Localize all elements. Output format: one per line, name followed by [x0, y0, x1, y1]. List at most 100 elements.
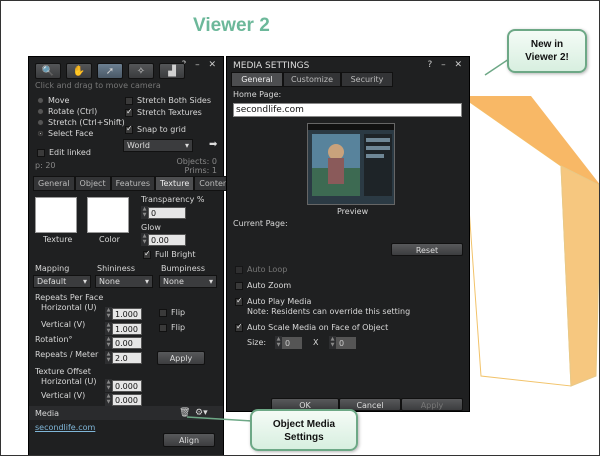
spinner-arrows-icon[interactable]: ▲ ▼ [141, 233, 148, 246]
tool-hint: Click and drag to move camera [35, 81, 161, 90]
objects-count: Objects: 0 [176, 157, 217, 166]
edit-linked-checkbox[interactable]: Edit linked [37, 148, 91, 157]
repeats-per-meter-label: Repeats / Meter [35, 350, 99, 359]
trash-icon[interactable]: 🗑 [179, 408, 190, 418]
tool-mode-toolbar: 🔍 ✋ ➚ ✧ ▟ [35, 63, 185, 79]
tab-features[interactable]: Features [110, 176, 155, 191]
prims-count: Prims: 1 [184, 166, 217, 175]
flip-u-checkbox[interactable]: Flip [159, 308, 185, 317]
home-page-input[interactable]: secondlife.com [233, 103, 462, 117]
apply-button[interactable]: Apply [157, 351, 205, 365]
home-page-label: Home Page: [233, 90, 282, 99]
auto-zoom-checkbox[interactable]: Auto Zoom [235, 281, 291, 290]
chevron-down-icon: ▾ [82, 277, 87, 286]
spinner-arrows-icon[interactable]: ▲ ▼ [105, 393, 112, 406]
spinner-arrows-icon[interactable]: ▲ ▼ [275, 336, 282, 349]
mode-select-face[interactable]: Select Face [37, 129, 93, 138]
auto-scale-checkbox[interactable]: Auto Scale Media on Face of Object [235, 322, 388, 332]
glow-spinner[interactable]: ▲ ▼ 0.00 [141, 233, 186, 246]
spinner-arrows-icon[interactable]: ▲ ▼ [105, 336, 112, 349]
vertical-v-label: Vertical (V) [41, 320, 86, 329]
offset-vertical-label: Vertical (V) [41, 391, 86, 400]
radio-icon [37, 108, 44, 115]
offset-vertical-spinner[interactable]: ▲ ▼ 0.000 [105, 393, 142, 406]
tab-security[interactable]: Security [341, 72, 393, 87]
bumpiness-label: Bumpiness [161, 264, 205, 273]
texture-swatch[interactable] [35, 197, 77, 233]
full-bright-checkbox[interactable]: Full Bright [143, 249, 196, 259]
current-page-label: Current Page: [233, 219, 288, 228]
repeats-per-face-label: Repeats Per Face [35, 293, 104, 302]
mapping-dropdown[interactable]: Default ▾ [33, 275, 91, 288]
mode-rotate[interactable]: Rotate (Ctrl) [37, 107, 97, 116]
tools-titlebar-controls[interactable]: ? – ✕ [181, 60, 219, 70]
color-swatch-label: Color [99, 235, 120, 244]
tab-customize[interactable]: Customize [283, 72, 341, 87]
vertical-v-spinner[interactable]: ▲ ▼ 1.000 [105, 322, 142, 335]
shininess-dropdown[interactable]: None ▾ [95, 275, 153, 288]
stretch-textures-checkbox[interactable]: Stretch Textures [125, 107, 202, 117]
checkbox-icon [235, 296, 243, 306]
texture-offset-label: Texture Offset [35, 367, 91, 376]
transparency-spinner[interactable]: ▲ ▼ 0 [141, 206, 186, 219]
checkbox-icon [235, 281, 243, 290]
p-count: p: 20 [35, 161, 56, 170]
tab-general[interactable]: General [33, 176, 75, 191]
checkbox-icon [125, 107, 133, 117]
glow-label: Glow [141, 223, 161, 232]
auto-play-note: Note: Residents can override this settin… [247, 307, 411, 316]
bumpiness-dropdown[interactable]: None ▾ [159, 275, 217, 288]
spinner-arrows-icon[interactable]: ▲ ▼ [105, 379, 112, 392]
offset-horizontal-spinner[interactable]: ▲ ▼ 0.000 [105, 379, 142, 392]
checkbox-icon [37, 148, 45, 157]
mode-move[interactable]: Move [37, 96, 69, 105]
apply-button[interactable]: Apply [401, 398, 463, 411]
arrow-right-icon[interactable]: ➡ [209, 139, 217, 150]
media-titlebar-controls[interactable]: ? – ✕ [427, 60, 465, 70]
repeats-per-meter-spinner[interactable]: ▲ ▼ 2.0 [105, 351, 142, 364]
focus-icon[interactable]: 🔍 [35, 63, 61, 79]
size-label: Size: [247, 338, 267, 347]
chevron-down-icon: ▾ [144, 277, 149, 286]
land-icon[interactable]: ▟ [159, 63, 185, 79]
preview-image [308, 124, 394, 204]
checkbox-icon [159, 308, 167, 317]
checkbox-icon [235, 265, 243, 274]
hand-icon[interactable]: ✋ [66, 63, 92, 79]
tab-texture[interactable]: Texture [155, 176, 195, 191]
tab-object[interactable]: Object [74, 176, 111, 191]
wand-icon[interactable]: ✧ [128, 63, 154, 79]
mode-stretch[interactable]: Stretch (Ctrl+Shift) [37, 118, 125, 127]
tools-tabs: General Object Features Texture Content [33, 176, 237, 191]
shininess-label: Shininess [97, 264, 135, 273]
radio-icon [37, 97, 44, 104]
reset-button[interactable]: Reset [391, 243, 463, 256]
pointer-icon[interactable]: ➚ [97, 63, 123, 79]
spinner-arrows-icon[interactable]: ▲ ▼ [141, 206, 148, 219]
size-x-spinner[interactable]: ▲ ▼ 0 [275, 336, 302, 349]
spinner-arrows-icon[interactable]: ▲ ▼ [105, 322, 112, 335]
stretch-both-sides-checkbox[interactable]: Stretch Both Sides [125, 96, 211, 105]
grid-dropdown[interactable]: World ▾ [123, 139, 193, 152]
media-settings-floater: MEDIA SETTINGS ? – ✕ General Customize S… [226, 56, 470, 412]
auto-play-checkbox[interactable]: Auto Play Media [235, 296, 311, 306]
media-url-link[interactable]: secondlife.com [35, 423, 95, 432]
size-y-spinner[interactable]: ▲ ▼ 0 [329, 336, 356, 349]
auto-loop-checkbox[interactable]: Auto Loop [235, 265, 287, 274]
rotation-spinner[interactable]: ▲ ▼ 0.00 [105, 336, 142, 349]
callout-new-in-viewer2: New in Viewer 2! [507, 29, 587, 73]
media-settings-tabs: General Customize Security [231, 72, 393, 87]
flip-v-checkbox[interactable]: Flip [159, 323, 185, 332]
snap-to-grid-checkbox[interactable]: Snap to grid [125, 124, 186, 134]
chevron-down-icon: ▾ [184, 141, 189, 150]
media-settings-title: MEDIA SETTINGS [233, 61, 310, 71]
gear-icon[interactable]: ⚙▾ [195, 408, 208, 418]
spinner-arrows-icon[interactable]: ▲ ▼ [105, 351, 112, 364]
spinner-arrows-icon[interactable]: ▲ ▼ [105, 307, 112, 320]
horizontal-u-spinner[interactable]: ▲ ▼ 1.000 [105, 307, 142, 320]
tab-general[interactable]: General [231, 72, 283, 87]
spinner-arrows-icon[interactable]: ▲ ▼ [329, 336, 336, 349]
preview-label: Preview [337, 207, 369, 216]
color-swatch[interactable] [87, 197, 129, 233]
align-button[interactable]: Align [163, 433, 215, 447]
